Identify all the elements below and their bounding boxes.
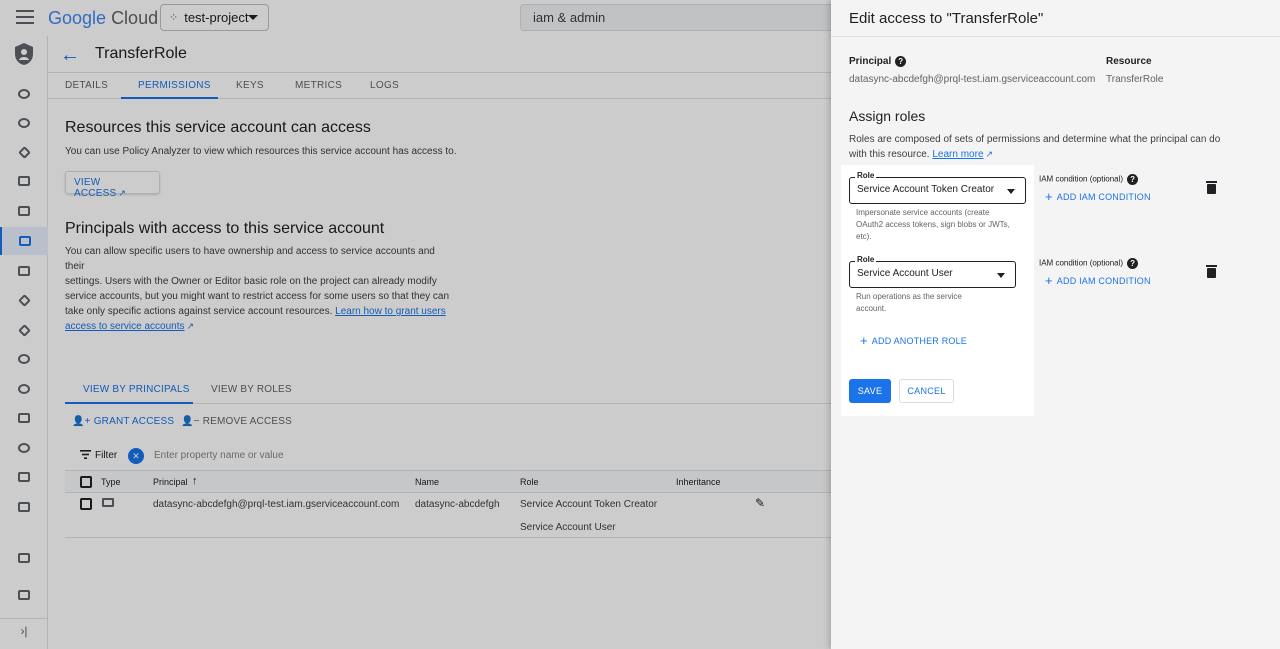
role-select-value: Service Account User xyxy=(857,268,953,279)
caret-down-icon xyxy=(1007,189,1015,194)
principal-label: Principal? xyxy=(849,56,907,68)
role-help-text: Run operations as the service account. xyxy=(856,292,962,313)
learn-more-link[interactable]: Learn more xyxy=(932,149,983,160)
role-help-text: Impersonate service accounts (create OAu… xyxy=(856,208,1010,241)
plus-icon: + xyxy=(860,333,868,348)
help-circle-icon[interactable]: ? xyxy=(1127,258,1139,269)
resource-value: TransferRole xyxy=(1106,74,1164,85)
role-select-value: Service Account Token Creator xyxy=(857,184,995,195)
caret-down-icon xyxy=(997,273,1005,278)
add-iam-condition-button[interactable]: + ADD IAM CONDITION xyxy=(1045,273,1151,288)
assign-roles-heading: Assign roles xyxy=(849,108,926,124)
add-condition-label: ADD IAM CONDITION xyxy=(1056,192,1151,202)
cancel-button[interactable]: CANCEL xyxy=(899,379,954,403)
edit-access-panel: Edit access to "TransferRole" Principal?… xyxy=(831,0,1280,649)
add-another-role-button[interactable]: + ADD ANOTHER ROLE xyxy=(860,333,967,348)
save-button[interactable]: SAVE xyxy=(849,379,891,403)
plus-icon: + xyxy=(1045,273,1053,288)
assign-roles-text: Roles are composed of sets of permission… xyxy=(849,134,1221,160)
scrim[interactable] xyxy=(0,0,831,649)
plus-icon: + xyxy=(1045,189,1053,204)
help-circle-icon[interactable]: ? xyxy=(1127,174,1139,185)
roles-editor: Service Account Token Creator Role Imper… xyxy=(841,165,1034,416)
role-select-1[interactable]: Service Account Token Creator xyxy=(849,177,1026,204)
role-select-2[interactable]: Service Account User xyxy=(849,261,1016,288)
role-field-label: Role xyxy=(855,171,877,180)
open-in-new-icon: ↗ xyxy=(985,149,994,159)
role-field-label: Role xyxy=(855,255,877,264)
iam-condition-text: IAM condition (optional) xyxy=(1039,258,1124,268)
principal-value: datasync-abcdefgh@prql-test.iam.gservice… xyxy=(849,74,1096,85)
trash-icon[interactable] xyxy=(1206,181,1217,194)
add-role-label: ADD ANOTHER ROLE xyxy=(871,336,968,346)
principal-label-text: Principal xyxy=(849,56,892,68)
iam-condition-label: IAM condition (optional)? xyxy=(1039,258,1139,269)
panel-divider xyxy=(831,36,1280,37)
add-condition-label: ADD IAM CONDITION xyxy=(1056,276,1151,286)
trash-icon[interactable] xyxy=(1206,265,1217,278)
panel-title: Edit access to "TransferRole" xyxy=(849,10,1044,27)
add-iam-condition-button[interactable]: + ADD IAM CONDITION xyxy=(1045,189,1151,204)
help-circle-icon[interactable]: ? xyxy=(895,56,907,67)
iam-condition-text: IAM condition (optional) xyxy=(1039,174,1124,184)
iam-condition-label: IAM condition (optional)? xyxy=(1039,174,1139,185)
assign-roles-description: Roles are composed of sets of permission… xyxy=(849,132,1229,162)
resource-label: Resource xyxy=(1106,56,1152,67)
